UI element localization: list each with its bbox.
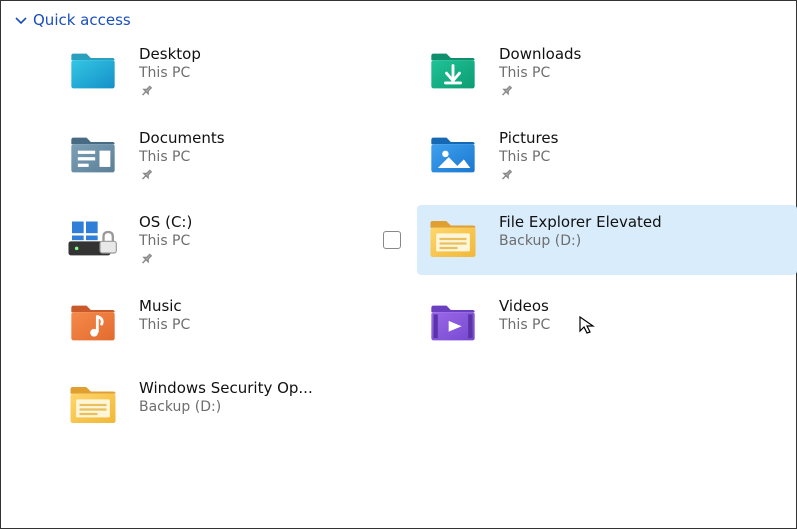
pin-icon xyxy=(495,166,516,187)
pictures-icon xyxy=(425,127,481,183)
quick-access-item[interactable]: Videos This PC xyxy=(417,289,797,357)
folder-icon xyxy=(425,211,481,267)
item-location-label: This PC xyxy=(139,149,225,165)
item-location-label: This PC xyxy=(499,149,558,165)
videos-icon xyxy=(425,295,481,351)
quick-access-item[interactable]: Pictures This PC xyxy=(417,121,797,191)
quick-access-header[interactable]: Quick access xyxy=(1,1,796,35)
item-name-label: Videos xyxy=(499,297,550,315)
item-location-label: This PC xyxy=(139,65,201,81)
item-name-label: Pictures xyxy=(499,129,558,147)
folder-icon xyxy=(65,377,121,433)
downloads-icon xyxy=(425,43,481,99)
quick-access-title: Quick access xyxy=(33,11,131,29)
item-location-label: This PC xyxy=(139,317,190,333)
pin-icon xyxy=(495,82,516,103)
desktop-icon xyxy=(65,43,121,99)
item-location-label: This PC xyxy=(499,65,581,81)
chevron-down-icon xyxy=(15,14,27,26)
item-name-label: Downloads xyxy=(499,45,581,63)
item-location-label: Backup (D:) xyxy=(499,233,662,249)
quick-access-item[interactable]: Documents This PC xyxy=(57,121,417,191)
item-name-label: Music xyxy=(139,297,190,315)
item-name-label: OS (C:) xyxy=(139,213,192,231)
pin-icon xyxy=(135,82,156,103)
item-location-label: Backup (D:) xyxy=(139,399,313,415)
os-drive-icon xyxy=(65,211,121,267)
quick-access-item[interactable]: Windows Security Op... Backup (D:) xyxy=(57,371,417,439)
selection-checkbox[interactable] xyxy=(383,231,401,249)
pin-icon xyxy=(135,166,156,187)
item-name-label: Documents xyxy=(139,129,225,147)
documents-icon xyxy=(65,127,121,183)
pin-icon xyxy=(135,250,156,271)
quick-access-item[interactable]: Downloads This PC xyxy=(417,37,797,107)
item-location-label: This PC xyxy=(139,233,192,249)
quick-access-item[interactable]: Desktop This PC xyxy=(57,37,417,107)
quick-access-item[interactable]: Music This PC xyxy=(57,289,417,357)
music-icon xyxy=(65,295,121,351)
item-name-label: File Explorer Elevated xyxy=(499,213,662,231)
item-name-label: Desktop xyxy=(139,45,201,63)
quick-access-item[interactable]: File Explorer Elevated Backup (D:) xyxy=(417,205,797,275)
quick-access-grid: Desktop This PC Downloads This PC xyxy=(1,35,796,451)
item-location-label: This PC xyxy=(499,317,550,333)
quick-access-item[interactable]: OS (C:) This PC xyxy=(57,205,417,275)
item-name-label: Windows Security Op... xyxy=(139,379,313,397)
